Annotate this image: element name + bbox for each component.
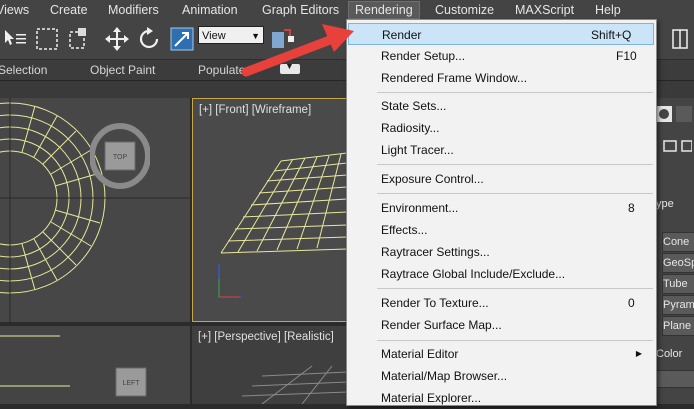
annotation-arrow-icon: [241, 24, 354, 77]
